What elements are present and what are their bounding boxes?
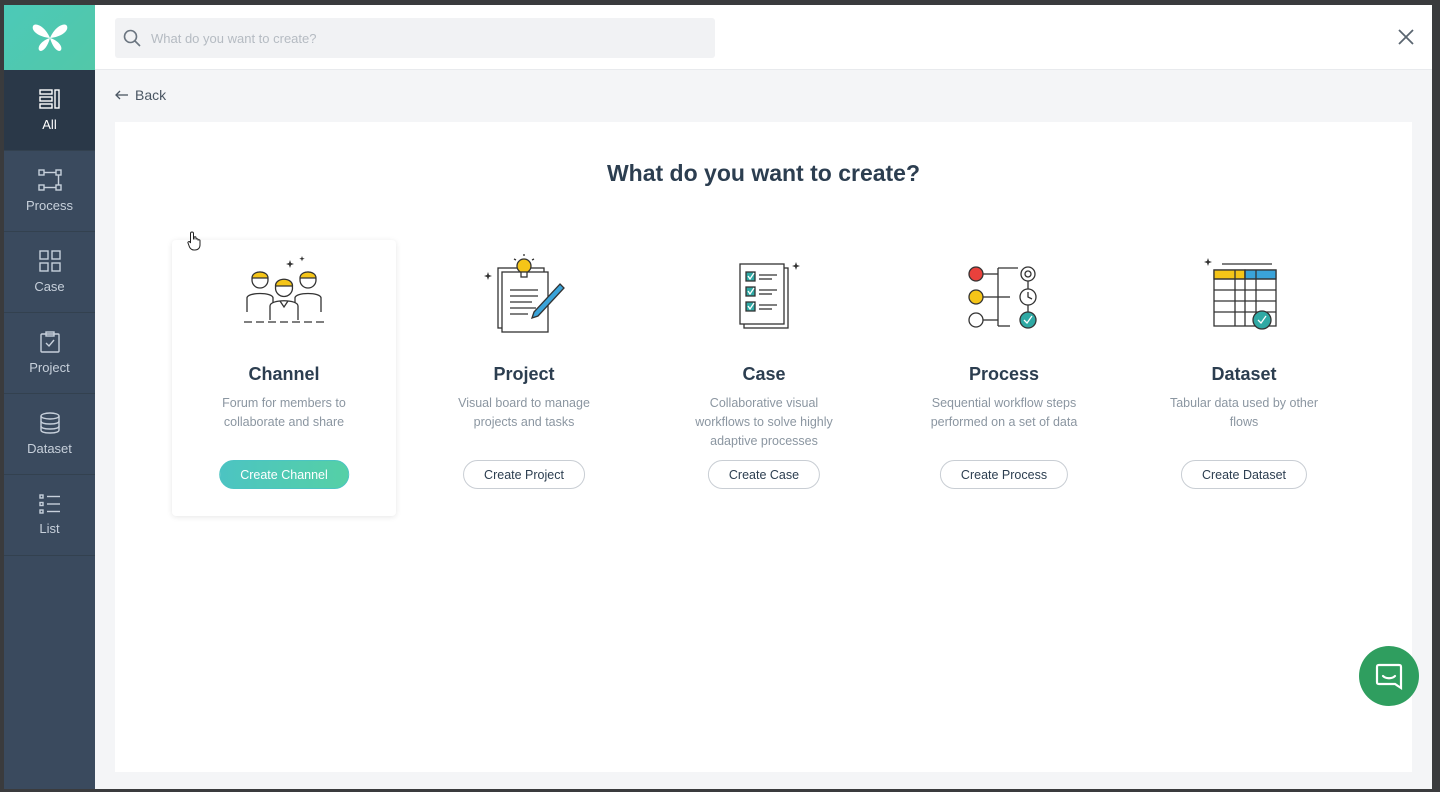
create-panel: What do you want to create? Channel Foru… xyxy=(115,122,1412,772)
back-link[interactable]: Back xyxy=(115,87,166,103)
team-icon xyxy=(244,256,324,323)
checklist-icon xyxy=(739,262,800,329)
search-icon xyxy=(123,29,141,47)
sidebar-item-case[interactable]: Case xyxy=(4,232,95,313)
card-title: Process xyxy=(968,364,1040,384)
process-icon xyxy=(37,169,62,191)
card-title: Channel xyxy=(248,364,320,384)
sidebar-item-label: List xyxy=(39,521,60,536)
card-description: Tabular data used by other flows xyxy=(1169,396,1319,429)
workflow-icon xyxy=(968,266,1037,329)
top-bar xyxy=(95,5,1432,70)
sidebar-item-label: Dataset xyxy=(27,441,72,456)
project-icon xyxy=(39,331,60,353)
app-window: All Process Case Project Dataset List Wh… xyxy=(4,5,1432,789)
hand-cursor-icon xyxy=(187,231,201,251)
close-icon[interactable] xyxy=(1394,25,1418,49)
create-project-button[interactable]: Create Project xyxy=(463,460,585,489)
card-project[interactable]: Project Visual board to manage projects … xyxy=(412,240,636,516)
card-channel[interactable]: Channel Forum for members to collaborate… xyxy=(172,240,396,516)
arrow-left-icon xyxy=(115,90,128,100)
sidebar-item-list[interactable]: List xyxy=(4,475,95,556)
dataset-icon xyxy=(39,412,60,434)
create-dataset-button[interactable]: Create Dataset xyxy=(1180,460,1308,489)
sidebar-item-process[interactable]: Process xyxy=(4,151,95,232)
chat-button[interactable] xyxy=(1359,646,1419,706)
table-icon xyxy=(1204,258,1277,330)
sidebar-item-project[interactable]: Project xyxy=(4,313,95,394)
project-board-icon xyxy=(484,254,565,333)
search-input[interactable] xyxy=(151,30,671,46)
back-label: Back xyxy=(135,87,167,103)
card-title: Project xyxy=(493,364,555,384)
sidebar-item-label: Case xyxy=(34,279,65,294)
sidebar-item-label: Project xyxy=(29,360,70,375)
card-dataset[interactable]: Dataset Tabular data used by other flows… xyxy=(1132,240,1356,516)
app-logo[interactable] xyxy=(4,5,95,70)
card-process[interactable]: Process Sequential workflow steps perfor… xyxy=(892,240,1116,516)
list-icon xyxy=(38,494,60,514)
card-case[interactable]: Case Collaborative visual workflows to s… xyxy=(652,240,876,516)
card-description: Forum for members to collaborate and sha… xyxy=(222,396,346,429)
create-case-button[interactable]: Create Case xyxy=(707,460,821,489)
card-description: Sequential workflow steps performed on a… xyxy=(930,396,1078,429)
create-process-button[interactable]: Create Process xyxy=(939,460,1069,489)
card-title: Case xyxy=(742,364,786,384)
sidebar-item-dataset[interactable]: Dataset xyxy=(4,394,95,475)
sidebar-item-label: All xyxy=(42,117,57,132)
create-channel-button[interactable]: Create Channel xyxy=(219,460,349,489)
chat-bubble-icon xyxy=(1375,663,1403,691)
card-description: Visual board to manage projects and task… xyxy=(458,396,590,429)
case-icon xyxy=(38,250,61,272)
sidebar-item-all[interactable]: All xyxy=(4,70,95,151)
butterfly-logo-icon xyxy=(32,24,67,51)
card-title: Dataset xyxy=(1211,364,1277,384)
sidebar: All Process Case Project Dataset List xyxy=(4,5,95,789)
card-description: Collaborative visual workflows to solve … xyxy=(695,396,833,448)
all-icon xyxy=(38,89,60,109)
search-box[interactable] xyxy=(115,18,715,58)
page-title: What do you want to create? xyxy=(606,160,921,186)
sidebar-item-label: Process xyxy=(26,198,73,213)
